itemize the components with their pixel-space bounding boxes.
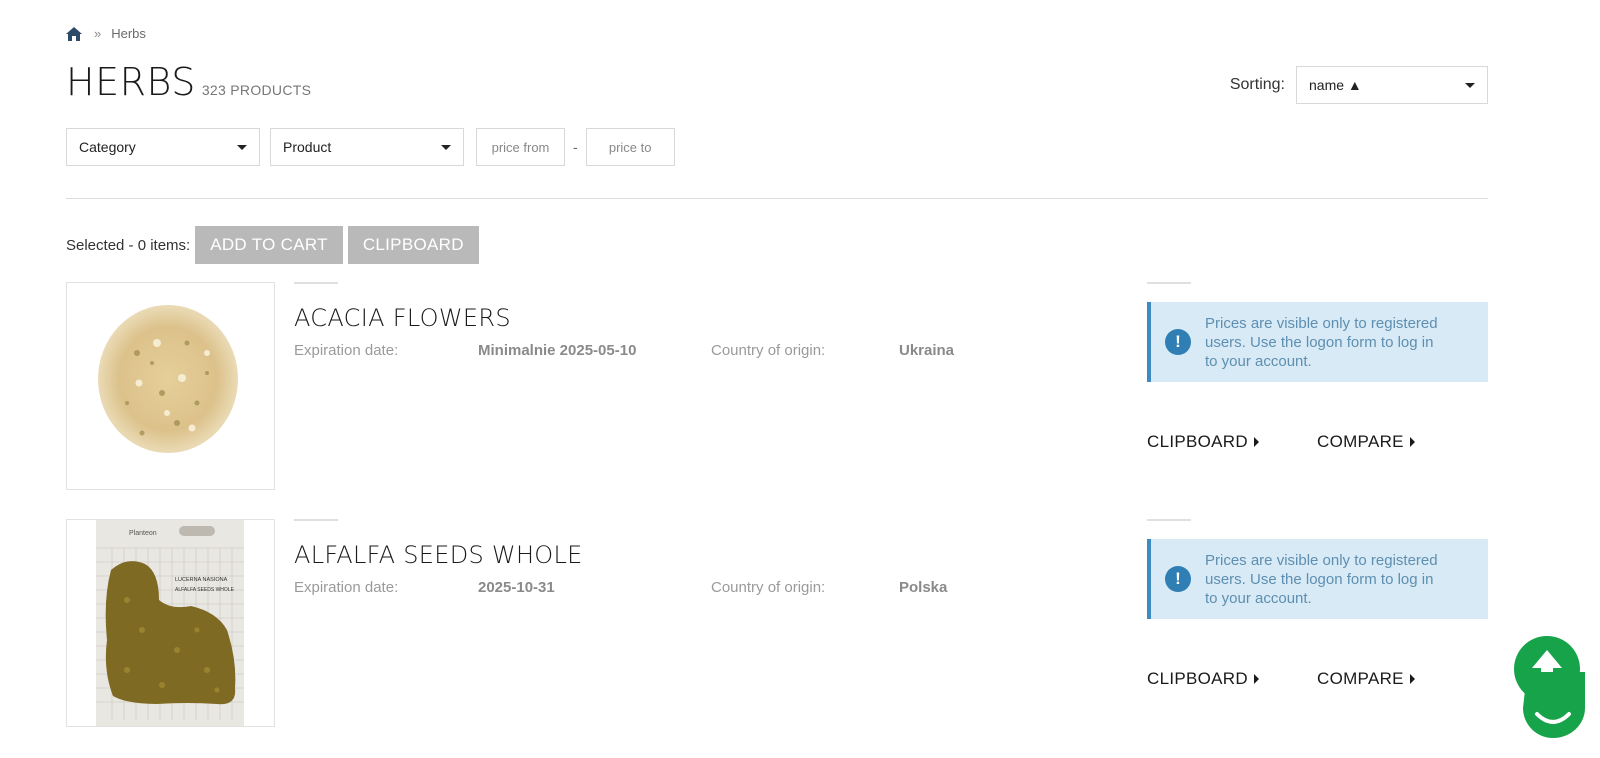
- compare-link[interactable]: COMPARE: [1317, 669, 1415, 689]
- origin-label: Country of origin:: [711, 579, 826, 596]
- sorting-select[interactable]: name ▲: [1296, 66, 1488, 104]
- filters: Category Product -: [66, 128, 675, 166]
- caret-right-icon: [1253, 674, 1259, 684]
- product-image[interactable]: Planteon LUCERNA NASIONA ALFALFA SEEDS W…: [66, 519, 275, 727]
- product-name[interactable]: ACACIA FLOWERS: [294, 304, 1132, 332]
- divider: [294, 519, 338, 521]
- expiration-value: Minimalnie 2025-05-10: [478, 342, 637, 359]
- selection-bar: Selected - 0 items: ADD TO CART CLIPBOAR…: [66, 226, 484, 264]
- origin-label: Country of origin:: [711, 342, 826, 359]
- chat-button[interactable]: [1521, 672, 1585, 738]
- caret-right-icon: [1409, 437, 1415, 447]
- price-notice: ! Prices are visible only to registered …: [1147, 302, 1488, 382]
- expiration-label: Expiration date:: [294, 342, 399, 359]
- clipboard-link[interactable]: CLIPBOARD: [1147, 669, 1317, 689]
- exclamation-icon: !: [1165, 329, 1191, 355]
- breadcrumb-separator: »: [94, 26, 102, 41]
- page-heading: HERBS 323 PRODUCTS: [66, 60, 311, 104]
- caret-down-icon: [1465, 82, 1475, 88]
- product-actions: CLIPBOARD COMPARE: [1147, 432, 1488, 452]
- caret-right-icon: [1253, 437, 1259, 447]
- price-notice-text: Prices are visible only to registered us…: [1205, 551, 1438, 607]
- divider: [294, 282, 338, 284]
- price-from-input[interactable]: [476, 128, 565, 166]
- expiration-label: Expiration date:: [294, 579, 399, 596]
- sorting-selected-value: name ▲: [1309, 77, 1362, 93]
- divider: [1147, 519, 1191, 521]
- product-item: ACACIA FLOWERS Expiration date: Minimaln…: [66, 282, 1488, 492]
- price-separator: -: [573, 139, 578, 155]
- breadcrumb: » Herbs: [66, 26, 146, 41]
- caret-down-icon: [237, 144, 247, 150]
- home-icon[interactable]: [66, 26, 82, 41]
- compare-link-label: COMPARE: [1317, 432, 1404, 451]
- product-image[interactable]: [66, 282, 275, 490]
- product-attributes: Expiration date: 2025-10-31 Country of o…: [294, 579, 1132, 596]
- clipboard-link[interactable]: CLIPBOARD: [1147, 432, 1317, 452]
- product-item: Planteon LUCERNA NASIONA ALFALFA SEEDS W…: [66, 519, 1488, 729]
- clipboard-button[interactable]: CLIPBOARD: [347, 226, 479, 264]
- exclamation-icon: !: [1165, 566, 1191, 592]
- image-label-line1: LUCERNA NASIONA: [175, 577, 228, 583]
- price-to-input[interactable]: [585, 128, 675, 166]
- product-info: ALFALFA SEEDS WHOLE Expiration date: 202…: [294, 519, 1132, 596]
- compare-link-label: COMPARE: [1317, 669, 1404, 688]
- caret-right-icon: [1409, 674, 1415, 684]
- category-select[interactable]: Category: [66, 128, 260, 166]
- image-label-line2: ALFALFA SEEDS WHOLE: [175, 587, 235, 593]
- sorting: Sorting: name ▲: [1230, 66, 1488, 104]
- product-select-label: Product: [283, 139, 332, 155]
- add-to-cart-button[interactable]: ADD TO CART: [195, 226, 343, 264]
- product-actions: CLIPBOARD COMPARE: [1147, 669, 1488, 689]
- clipboard-link-label: CLIPBOARD: [1147, 669, 1248, 688]
- compare-link[interactable]: COMPARE: [1317, 432, 1415, 452]
- product-name[interactable]: ALFALFA SEEDS WHOLE: [294, 541, 1132, 569]
- chat-bubble-icon: [1523, 672, 1585, 738]
- caret-down-icon: [441, 144, 451, 150]
- product-side: ! Prices are visible only to registered …: [1147, 282, 1488, 452]
- image-brand-text: Planteon: [129, 530, 157, 537]
- category-select-label: Category: [79, 139, 136, 155]
- page-title: HERBS: [66, 60, 196, 104]
- divider: [1147, 282, 1191, 284]
- product-attributes: Expiration date: Minimalnie 2025-05-10 C…: [294, 342, 1132, 359]
- product-count: 323 PRODUCTS: [201, 82, 312, 98]
- page-content: » Herbs HERBS 323 PRODUCTS Sorting: name…: [66, 0, 1488, 758]
- expiration-value: 2025-10-31: [478, 579, 555, 596]
- price-notice-text: Prices are visible only to registered us…: [1205, 314, 1438, 370]
- divider: [66, 198, 1488, 199]
- selected-count: Selected - 0 items:: [66, 236, 191, 254]
- sorting-label: Sorting:: [1229, 76, 1285, 93]
- breadcrumb-current[interactable]: Herbs: [111, 26, 146, 41]
- clipboard-link-label: CLIPBOARD: [1147, 432, 1248, 451]
- product-side: ! Prices are visible only to registered …: [1147, 519, 1488, 689]
- price-notice: ! Prices are visible only to registered …: [1147, 539, 1488, 619]
- product-select[interactable]: Product: [270, 128, 464, 166]
- origin-value: Polska: [899, 579, 948, 596]
- product-info: ACACIA FLOWERS Expiration date: Minimaln…: [294, 282, 1132, 359]
- origin-value: Ukraina: [899, 342, 955, 359]
